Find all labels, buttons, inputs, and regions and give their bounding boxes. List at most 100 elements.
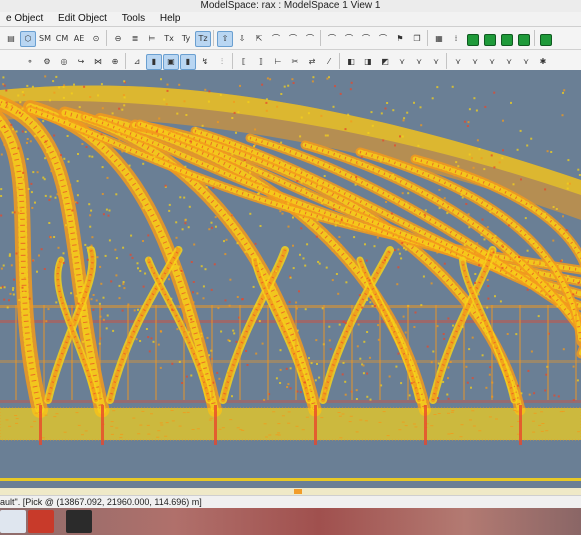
- dots-icon[interactable]: ⁞: [448, 31, 464, 47]
- split-icon[interactable]: ⫶: [214, 54, 230, 70]
- scroll-thumb[interactable]: [294, 489, 302, 494]
- pipe-icon-1[interactable]: ⌒: [268, 31, 284, 47]
- tank-icon[interactable]: ▮: [146, 54, 162, 70]
- grid-icon[interactable]: ▦: [431, 31, 447, 47]
- menu-tools[interactable]: Tools: [116, 12, 151, 26]
- cloud-point: [487, 297, 490, 300]
- cloud-point: [253, 145, 255, 148]
- layer-green-2[interactable]: [482, 31, 498, 47]
- cloud-point: [339, 92, 342, 95]
- cloud-point: [356, 345, 359, 348]
- cylinder-cut-icon[interactable]: ⊖: [110, 31, 126, 47]
- cloud-point: [446, 212, 449, 215]
- box-icon[interactable]: ▣: [163, 54, 179, 70]
- cloud-point: [171, 308, 174, 311]
- join-icon[interactable]: ⊢: [270, 54, 286, 70]
- node-icon[interactable]: ⚬: [22, 54, 38, 70]
- model-viewport[interactable]: [0, 70, 581, 488]
- cloud-point: [561, 114, 564, 117]
- cloud-point: [296, 180, 299, 183]
- weld-icon-7[interactable]: ⋎: [501, 54, 517, 70]
- cloud-point: [385, 201, 388, 203]
- pipe-icon-2[interactable]: ⌒: [285, 31, 301, 47]
- pipe-bend-icon[interactable]: ↪: [73, 54, 89, 70]
- menu-edit-object[interactable]: Edit Object: [52, 12, 113, 26]
- menu-help[interactable]: Help: [154, 12, 187, 26]
- horizontal-scrollbar[interactable]: [0, 488, 581, 495]
- pipe-icon-5[interactable]: ⌒: [341, 31, 357, 47]
- weld-icon-6[interactable]: ⋎: [484, 54, 500, 70]
- gear-icon[interactable]: ⚙: [39, 54, 55, 70]
- cloud-point: [214, 225, 217, 228]
- cm-button[interactable]: CM: [54, 31, 70, 47]
- arrows-icon[interactable]: ⇄: [304, 54, 320, 70]
- tz-button[interactable]: Tz: [195, 31, 211, 47]
- weld-icon-2[interactable]: ⋎: [411, 54, 427, 70]
- pipe-icon-6[interactable]: ⌒: [358, 31, 374, 47]
- cloud-point: [268, 175, 271, 178]
- layer-green-4[interactable]: [516, 31, 532, 47]
- align-icon[interactable]: ▤: [3, 31, 19, 47]
- layer-green-1[interactable]: [465, 31, 481, 47]
- sm-button[interactable]: SM: [37, 31, 53, 47]
- color-icon-1[interactable]: ◧: [343, 54, 359, 70]
- bracket-icon-2[interactable]: ⟧: [253, 54, 269, 70]
- pipe-icon-4[interactable]: ⌒: [324, 31, 340, 47]
- copy-icon[interactable]: ❐: [409, 31, 425, 47]
- ground-point: [450, 411, 454, 413]
- valve-icon[interactable]: ⋈: [90, 54, 106, 70]
- layer-green-3[interactable]: [499, 31, 515, 47]
- cloud-point: [46, 151, 49, 154]
- tx-button[interactable]: Tx: [161, 31, 177, 47]
- cloud-point: [423, 213, 426, 216]
- pipe-icon-7[interactable]: ⌒: [375, 31, 391, 47]
- taskbar-app-2[interactable]: [28, 510, 54, 533]
- ty-button[interactable]: Ty: [178, 31, 194, 47]
- menu-object[interactable]: e Object: [0, 12, 49, 26]
- layer-green-5[interactable]: [538, 31, 554, 47]
- cloud-point: [460, 193, 463, 196]
- weld-icon-8[interactable]: ⋎: [518, 54, 534, 70]
- cloud-point: [277, 200, 280, 203]
- cloud-point: [483, 238, 486, 241]
- bulb-icon[interactable]: ✱: [535, 54, 551, 70]
- select-icon[interactable]: ⇱: [251, 31, 267, 47]
- color-icon-2[interactable]: ◨: [360, 54, 376, 70]
- cloud-point: [536, 264, 539, 267]
- bracket-icon-1[interactable]: ⟦: [236, 54, 252, 70]
- cloud-point: [396, 283, 399, 286]
- cube-icon[interactable]: ⬡: [20, 31, 36, 47]
- ae-button[interactable]: AE: [71, 31, 87, 47]
- pipe-icon-3[interactable]: ⌒: [302, 31, 318, 47]
- cloud-point: [280, 93, 283, 95]
- cloud-point: [341, 373, 344, 376]
- cloud-point: [334, 85, 336, 88]
- cloud-point: [44, 194, 47, 197]
- route-icon[interactable]: ↯: [197, 54, 213, 70]
- layers-icon[interactable]: ≣: [127, 31, 143, 47]
- taskbar-app-1[interactable]: [0, 510, 26, 533]
- cloud-point: [524, 217, 527, 220]
- align-x-icon[interactable]: ⊨: [144, 31, 160, 47]
- tag-icon[interactable]: ⚑: [392, 31, 408, 47]
- line-icon[interactable]: ⁄: [321, 54, 337, 70]
- move-up-icon[interactable]: ⇧: [217, 31, 233, 47]
- cylinder-active-icon[interactable]: ▮: [180, 54, 196, 70]
- flange-icon[interactable]: ⊕: [107, 54, 123, 70]
- cylinder-icon[interactable]: ⊙: [88, 31, 104, 47]
- move-down-icon[interactable]: ⇩: [234, 31, 250, 47]
- cloud-point: [75, 294, 78, 297]
- measure-icon[interactable]: ⊿: [129, 54, 145, 70]
- weld-icon-5[interactable]: ⋎: [467, 54, 483, 70]
- weld-icon-4[interactable]: ⋎: [450, 54, 466, 70]
- taskbar-app-3[interactable]: [66, 510, 92, 533]
- point-cloud-render[interactable]: [0, 70, 581, 488]
- torus-icon[interactable]: ◎: [56, 54, 72, 70]
- weld-icon-3[interactable]: ⋎: [428, 54, 444, 70]
- cloud-point: [318, 262, 321, 265]
- edit-toolbar: ⚬ ⚙ ◎ ↪ ⋈ ⊕ ⊿ ▮ ▣ ▮ ↯ ⫶ ⟦ ⟧ ⊢ ✂ ⇄ ⁄ ◧ ◨ ◩ ⋎ ⋎ ⋎ ⋎ ⋎ ⋎ ⋎ ⋎ ✱: [0, 50, 581, 71]
- cloud-point: [258, 192, 260, 195]
- weld-icon-1[interactable]: ⋎: [394, 54, 410, 70]
- cut-icon[interactable]: ✂: [287, 54, 303, 70]
- color-icon-3[interactable]: ◩: [377, 54, 393, 70]
